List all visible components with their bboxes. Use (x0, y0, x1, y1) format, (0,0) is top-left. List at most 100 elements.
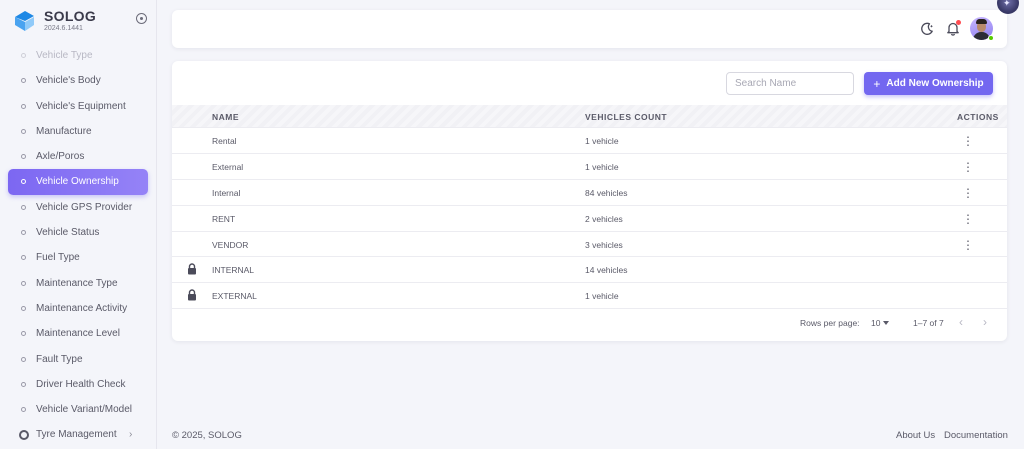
circle-bullet-icon (21, 381, 26, 387)
lock-icon (188, 263, 196, 275)
table-row: EXTERNAL 1 vehicle (172, 283, 1007, 310)
circle-bullet-icon (21, 407, 26, 413)
circle-bullet-icon (21, 53, 26, 58)
sidebar-nav: Vehicle Type Vehicle's Body Vehicle's Equi… (8, 43, 148, 448)
chevron-right-icon: › (129, 429, 133, 441)
sidebar-item[interactable]: Fault Type (8, 347, 148, 372)
circle-bullet-icon (21, 305, 26, 311)
moon-icon[interactable] (920, 22, 934, 36)
sidebar-item-label: Vehicle's Body (36, 75, 101, 87)
table-row: Internal 84 vehicles ⋮ (172, 180, 1007, 206)
sidebar-item-tyre-management[interactable]: Tyre Management › (8, 422, 148, 447)
sidebar-item[interactable]: Manufacture (8, 119, 148, 144)
cell-name: EXTERNAL (212, 291, 257, 302)
sidebar-item[interactable]: Vehicle Status (8, 220, 148, 245)
column-header-vehicles-count[interactable]: VEHICLES COUNT (585, 112, 667, 122)
sidebar-item-label: Vehicle Type (36, 50, 93, 61)
plus-icon: + (873, 76, 881, 91)
sidebar-collapse-icon[interactable] (136, 13, 147, 24)
footer-documentation-link[interactable]: Documentation (944, 430, 1008, 441)
cell-name: VENDOR (212, 239, 249, 250)
sidebar-item[interactable]: Maintenance Level (8, 321, 148, 346)
sidebar-item[interactable]: Maintenance Type (8, 271, 148, 296)
table-header: NAME VEHICLES COUNT ACTIONS (172, 105, 1007, 128)
notification-badge (956, 20, 961, 25)
solog-logo-icon (15, 11, 34, 31)
pagination-range: 1–7 of 7 (913, 318, 944, 328)
sidebar-item[interactable]: Vehicle Variant/Model (8, 397, 148, 422)
sidebar-item-label: Maintenance Activity (36, 302, 128, 314)
table-row: INTERNAL 14 vehicles (172, 257, 1007, 284)
circle-bullet-icon (21, 103, 26, 109)
cell-vehicles-count: 1 vehicle (585, 161, 619, 172)
sidebar-item[interactable]: Vehicle Type (8, 43, 148, 68)
sidebar-item-label: Vehicle's Equipment (36, 100, 126, 112)
cell-vehicles-count: 84 vehicles (585, 187, 628, 198)
table-row: RENT 2 vehicles ⋮ (172, 206, 1007, 232)
cell-vehicles-count: 3 vehicles (585, 239, 623, 250)
circle-bullet-icon (21, 204, 26, 210)
chevron-left-icon[interactable]: ‹ (959, 315, 963, 329)
sidebar-item-label: Maintenance Type (36, 277, 118, 289)
cell-name: Rental (212, 136, 237, 146)
more-vertical-icon[interactable]: ⋮ (962, 238, 974, 252)
more-vertical-icon[interactable]: ⋮ (962, 212, 974, 226)
circle-bullet-icon (21, 154, 26, 160)
cell-vehicles-count: 14 vehicles (585, 265, 628, 276)
sidebar-item[interactable]: Vehicle's Body (8, 68, 148, 93)
cell-vehicles-count: 1 vehicle (585, 136, 619, 146)
sidebar-item[interactable]: Maintenance Activity (8, 296, 148, 321)
brand[interactable]: SOLOG 2024.6.1441 (12, 6, 152, 36)
cell-name: External (212, 161, 244, 172)
more-vertical-icon[interactable]: ⋮ (962, 186, 974, 200)
brand-name: SOLOG (44, 8, 97, 24)
sidebar-item[interactable]: Vehicle's Equipment (8, 94, 148, 119)
sidebar-item-label: Vehicle Ownership (36, 176, 119, 188)
circle-ring-icon (19, 429, 29, 440)
sidebar-item-label: Vehicle Variant/Model (36, 404, 132, 416)
table-row: VENDOR 3 vehicles ⋮ (172, 232, 1007, 258)
sidebar-item-label: Axle/Poros (36, 151, 85, 163)
cell-name: RENT (212, 213, 236, 224)
footer-about-link[interactable]: About Us (896, 430, 935, 441)
sidebar-item[interactable]: Axle/Poros (8, 144, 148, 169)
online-status-dot (988, 35, 994, 41)
circle-bullet-icon (21, 280, 26, 286)
pagination: Rows per page: 10 1–7 of 7 ‹ › (172, 313, 1007, 333)
sidebar-item-label: Driver Health Check (36, 378, 126, 390)
circle-bullet-icon (21, 128, 26, 134)
column-header-actions: ACTIONS (957, 112, 999, 122)
sidebar-item[interactable]: Fuel Type (8, 245, 148, 270)
ownership-card: + Add New Ownership NAME VEHICLES COUNT … (172, 61, 1007, 341)
sidebar-item[interactable]: Driver Health Check (8, 372, 148, 397)
search-input[interactable] (726, 72, 854, 95)
sidebar-item[interactable]: Vehicle Ownership (8, 169, 148, 195)
circle-bullet-icon (21, 179, 26, 185)
top-navbar (172, 10, 1007, 48)
column-header-name[interactable]: NAME (212, 112, 239, 122)
sidebar-item-label: Vehicle Status (36, 227, 100, 239)
table-row: External 1 vehicle ⋮ (172, 154, 1007, 180)
sidebar-item-label: Maintenance Level (36, 328, 120, 340)
more-vertical-icon[interactable]: ⋮ (962, 134, 974, 148)
sidebar-item-label: Vehicle GPS Provider (36, 201, 133, 213)
circle-bullet-icon (21, 230, 26, 236)
chevron-right-icon[interactable]: › (983, 315, 987, 329)
table-body: Rental 1 vehicle ⋮ External 1 vehicle ⋮ Intern… (172, 128, 1007, 310)
sidebar-item-label: Fault Type (36, 353, 83, 365)
rows-per-page-label: Rows per page: (800, 318, 860, 328)
sidebar-item[interactable]: Vehicle GPS Provider (8, 195, 148, 220)
more-vertical-icon[interactable]: ⋮ (962, 160, 974, 174)
caret-down-icon[interactable] (883, 321, 889, 325)
add-new-ownership-button[interactable]: + Add New Ownership (864, 72, 993, 95)
rows-per-page-select[interactable]: 10 (871, 318, 880, 328)
circle-bullet-icon (21, 331, 26, 337)
sidebar-item-label: Manufacture (36, 125, 92, 137)
cell-name: Internal (212, 187, 241, 198)
circle-bullet-icon (21, 78, 26, 84)
circle-bullet-icon (21, 255, 26, 261)
cell-name: INTERNAL (212, 265, 255, 276)
table-row: Rental 1 vehicle ⋮ (172, 128, 1007, 154)
cell-vehicles-count: 2 vehicles (585, 213, 623, 224)
circle-bullet-icon (21, 356, 26, 362)
